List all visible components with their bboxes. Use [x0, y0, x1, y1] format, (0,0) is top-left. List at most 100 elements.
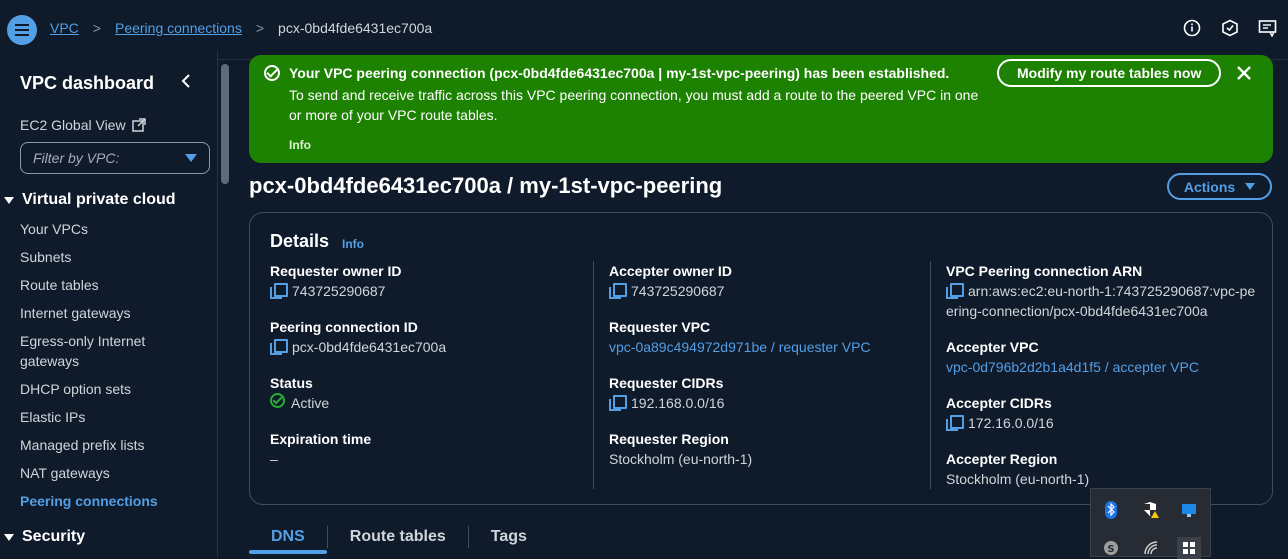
breadcrumb-current: pcx-0bd4fde6431ec700a — [278, 20, 433, 36]
filter-by-vpc-select[interactable]: Filter by VPC: — [20, 142, 210, 174]
sidebar-section-security[interactable]: Security — [0, 528, 85, 546]
system-tray-popup: S — [1090, 488, 1211, 559]
modify-route-tables-button[interactable]: Modify my route tables now — [997, 59, 1222, 87]
field-value: 172.16.0.0/16 — [968, 415, 1054, 431]
tab-dns[interactable]: DNS — [249, 522, 327, 554]
menu-toggle-button[interactable] — [7, 15, 37, 45]
top-icon-group — [1182, 18, 1288, 38]
arn-field: VPC Peering connection ARN arn:aws:ec2:e… — [946, 261, 1256, 321]
copy-icon[interactable] — [270, 283, 288, 299]
flash-body: To send and receive traffic across this … — [289, 87, 979, 123]
column-divider — [930, 261, 931, 489]
success-check-icon — [264, 65, 280, 81]
accepter-owner-field: Accepter owner ID 743725290687 — [609, 261, 732, 301]
caret-down-icon — [1245, 183, 1256, 190]
accepter-region-field: Accepter Region Stockholm (eu-north-1) — [946, 449, 1089, 489]
field-value: arn:aws:ec2:eu-north-1:743725290687:vpc-… — [946, 283, 1256, 319]
sidebar-item-peering-connections[interactable]: Peering connections — [20, 491, 158, 511]
details-info-link[interactable]: Info — [342, 237, 364, 251]
sidebar-item-dhcp-option-sets[interactable]: DHCP option sets — [20, 379, 131, 399]
tab-route-tables[interactable]: Route tables — [328, 522, 468, 552]
field-label: Accepter VPC — [946, 339, 1039, 355]
security-warning-icon[interactable] — [1142, 501, 1160, 519]
tab-tags[interactable]: Tags — [469, 522, 549, 552]
field-label: Expiration time — [270, 431, 372, 447]
field-value: 743725290687 — [292, 283, 386, 299]
security-shield-icon[interactable] — [1220, 18, 1240, 38]
field-value: 743725290687 — [631, 283, 725, 299]
sidebar-item-your-vpcs[interactable]: Your VPCs — [20, 219, 88, 239]
field-label: Peering connection ID — [270, 319, 418, 335]
field-value: – — [270, 451, 278, 467]
field-label: Accepter CIDRs — [946, 395, 1052, 411]
chevron-right-icon: > — [255, 20, 265, 36]
success-flash-banner: Your VPC peering connection (pcx-0bd4fde… — [249, 55, 1273, 163]
sidebar-section-vpc[interactable]: Virtual private cloud — [0, 191, 176, 209]
windows-start-icon[interactable] — [1177, 537, 1201, 559]
requester-region-field: Requester Region Stockholm (eu-north-1) — [609, 429, 752, 469]
wifi-icon[interactable] — [1142, 539, 1160, 557]
flash-info-link[interactable]: Info — [289, 138, 311, 152]
hamburger-icon — [15, 29, 29, 31]
copy-icon[interactable] — [946, 415, 964, 431]
chevron-right-icon: > — [92, 20, 101, 36]
details-title: Details — [270, 231, 330, 251]
sidebar-item-egress-only-gateways[interactable]: Egress-only Internet gateways — [20, 331, 170, 371]
sidebar-item-internet-gateways[interactable]: Internet gateways — [20, 303, 131, 323]
display-icon[interactable] — [1180, 501, 1198, 519]
sidebar-item-elastic-ips[interactable]: Elastic IPs — [20, 407, 85, 427]
sidebar-item-ec2-global-view[interactable]: EC2 Global View — [20, 117, 146, 133]
accepter-cidrs-field: Accepter CIDRs 172.16.0.0/16 — [946, 393, 1054, 433]
sidebar-title[interactable]: VPC dashboard — [20, 73, 154, 94]
breadcrumb-vpc-link[interactable]: VPC — [50, 20, 79, 36]
caret-down-icon — [185, 154, 197, 162]
sidebar-item-label: EC2 Global View — [20, 117, 126, 133]
expiration-field: Expiration time – — [270, 429, 371, 469]
accepter-vpc-link[interactable]: vpc-0d796b2d2b1a4d1f5 / accepter VPC — [946, 357, 1199, 377]
actions-button[interactable]: Actions — [1167, 173, 1272, 200]
sidebar-section-label: Virtual private cloud — [22, 191, 176, 208]
field-label: VPC Peering connection ARN — [946, 263, 1143, 279]
field-label: Requester Region — [609, 431, 729, 447]
requester-cidrs-field: Requester CIDRs 192.168.0.0/16 — [609, 373, 724, 413]
status-badge: Active — [291, 395, 330, 411]
info-icon[interactable] — [1182, 18, 1202, 38]
copy-icon[interactable] — [609, 283, 627, 299]
feedback-icon[interactable] — [1258, 18, 1278, 38]
details-panel: Details Info Requester owner ID 74372529… — [249, 212, 1273, 505]
field-value: pcx-0bd4fde6431ec700a — [292, 339, 447, 355]
filter-placeholder: Filter by VPC: — [33, 150, 120, 166]
status-field: Status Active — [270, 373, 329, 413]
requester-owner-field: Requester owner ID 743725290687 — [270, 261, 401, 301]
sidebar-section-label: Security — [22, 528, 86, 545]
field-label: Accepter Region — [946, 451, 1058, 467]
caret-down-icon — [4, 533, 14, 541]
copy-icon[interactable] — [609, 395, 627, 411]
sidebar-item-subnets[interactable]: Subnets — [20, 247, 71, 267]
requester-vpc-field: Requester VPC vpc-0a89c494972d971be / re… — [609, 317, 871, 357]
chevron-left-icon[interactable] — [180, 73, 192, 94]
copy-icon[interactable] — [946, 283, 964, 299]
caret-down-icon — [4, 196, 14, 204]
requester-vpc-link[interactable]: vpc-0a89c494972d971be / requester VPC — [609, 337, 871, 357]
column-divider — [593, 261, 594, 489]
sidebar-item-nat-gateways[interactable]: NAT gateways — [20, 463, 110, 483]
actions-label: Actions — [1183, 178, 1236, 195]
copy-icon[interactable] — [270, 339, 288, 355]
accepter-vpc-field: Accepter VPC vpc-0d796b2d2b1a4d1f5 / acc… — [946, 337, 1199, 377]
skype-icon[interactable]: S — [1102, 539, 1120, 557]
field-value: 192.168.0.0/16 — [631, 395, 725, 411]
flash-heading: Your VPC peering connection (pcx-0bd4fde… — [289, 65, 950, 81]
detail-tabs: DNS Route tables Tags — [249, 522, 549, 557]
close-icon[interactable] — [1237, 63, 1251, 86]
breadcrumb: VPC > Peering connections > pcx-0bd4fde6… — [50, 20, 432, 36]
peering-connection-id-field: Peering connection ID pcx-0bd4fde6431ec7… — [270, 317, 446, 357]
bluetooth-icon[interactable] — [1102, 501, 1120, 519]
sidebar-item-route-tables[interactable]: Route tables — [20, 275, 99, 295]
sidebar-scrollbar[interactable] — [221, 64, 229, 184]
breadcrumb-peering-link[interactable]: Peering connections — [115, 20, 242, 36]
field-value: Stockholm (eu-north-1) — [609, 451, 753, 467]
sidebar-item-managed-prefix-lists[interactable]: Managed prefix lists — [20, 435, 145, 455]
status-success-icon — [270, 393, 285, 408]
field-label: Accepter owner ID — [609, 263, 732, 279]
